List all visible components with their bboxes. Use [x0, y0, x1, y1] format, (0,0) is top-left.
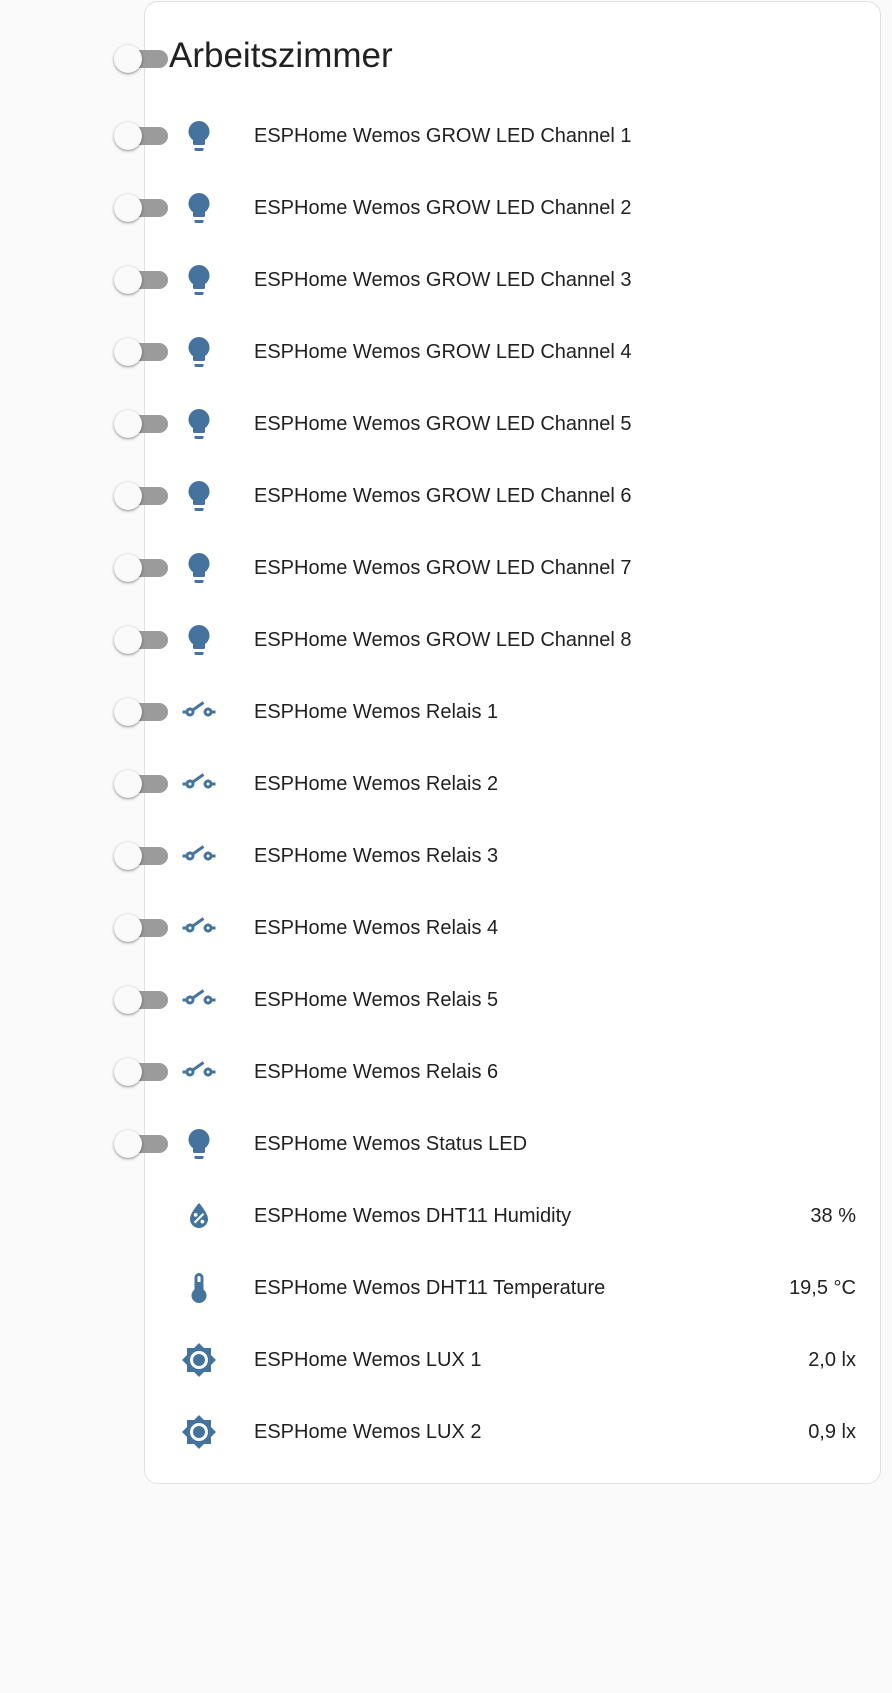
electric-switch-icon[interactable]	[181, 982, 217, 1018]
brightness-icon[interactable]	[181, 1342, 217, 1378]
entity-toggle[interactable]	[114, 1058, 172, 1086]
card-header: Arbeitszimmer	[114, 2, 880, 112]
entity-state[interactable]: 0,9 lx	[808, 1418, 856, 1446]
entity-row[interactable]: ESPHome Wemos Status LED	[114, 1108, 880, 1180]
entity-toggle[interactable]	[114, 266, 172, 294]
entity-toggle[interactable]	[114, 986, 172, 1014]
lightbulb-icon[interactable]	[181, 478, 217, 514]
entity-toggle[interactable]	[114, 554, 172, 582]
entity-name[interactable]: ESPHome Wemos Relais 5	[254, 986, 498, 1014]
entity-toggle[interactable]	[114, 122, 172, 150]
entity-row[interactable]: ESPHome Wemos GROW LED Channel 6	[114, 460, 880, 532]
entities-card: Arbeitszimmer ESPHome Wemos GROW LED Cha…	[114, 1, 881, 1484]
toggle-thumb	[114, 122, 142, 150]
entity-toggle[interactable]	[114, 914, 172, 942]
toggle-thumb	[114, 986, 142, 1014]
entity-name[interactable]: ESPHome Wemos Relais 4	[254, 914, 498, 942]
toggle-thumb	[114, 626, 142, 654]
lightbulb-icon[interactable]	[181, 622, 217, 658]
toggle-thumb	[114, 482, 142, 510]
toggle-thumb	[114, 194, 142, 222]
entity-toggle[interactable]	[114, 770, 172, 798]
toggle-thumb	[114, 1058, 142, 1086]
entity-row[interactable]: ESPHome Wemos GROW LED Channel 1	[114, 100, 880, 172]
entity-name[interactable]: ESPHome Wemos GROW LED Channel 4	[254, 338, 632, 366]
entity-row[interactable]: ESPHome Wemos Relais 5	[114, 964, 880, 1036]
entity-list: ESPHome Wemos GROW LED Channel 1 ESPHome …	[114, 100, 880, 1468]
entity-row[interactable]: ESPHome Wemos GROW LED Channel 5	[114, 388, 880, 460]
lightbulb-icon[interactable]	[181, 1126, 217, 1162]
entity-name[interactable]: ESPHome Wemos GROW LED Channel 1	[254, 122, 632, 150]
lightbulb-icon[interactable]	[181, 262, 217, 298]
entity-name[interactable]: ESPHome Wemos Status LED	[254, 1130, 527, 1158]
entity-state[interactable]: 19,5 °C	[789, 1274, 856, 1302]
entity-toggle[interactable]	[114, 194, 172, 222]
entity-toggle[interactable]	[114, 482, 172, 510]
entity-state[interactable]: 38 %	[810, 1202, 856, 1230]
entity-toggle[interactable]	[114, 842, 172, 870]
entity-name[interactable]: ESPHome Wemos GROW LED Channel 5	[254, 410, 632, 438]
lightbulb-icon[interactable]	[181, 406, 217, 442]
electric-switch-icon[interactable]	[181, 1054, 217, 1090]
entity-row[interactable]: ESPHome Wemos GROW LED Channel 7	[114, 532, 880, 604]
entity-name[interactable]: ESPHome Wemos GROW LED Channel 3	[254, 266, 632, 294]
lightbulb-icon[interactable]	[181, 190, 217, 226]
entity-name[interactable]: ESPHome Wemos DHT11 Humidity	[254, 1202, 571, 1230]
entity-row[interactable]: ESPHome Wemos GROW LED Channel 8	[114, 604, 880, 676]
entity-name[interactable]: ESPHome Wemos DHT11 Temperature	[254, 1274, 605, 1302]
entity-state[interactable]: 2,0 lx	[808, 1346, 856, 1374]
toggle-thumb	[114, 266, 142, 294]
entity-row[interactable]: ESPHome Wemos Relais 3	[114, 820, 880, 892]
electric-switch-icon[interactable]	[181, 910, 217, 946]
entity-row[interactable]: ESPHome Wemos DHT11 Temperature 19,5 °C	[145, 1252, 880, 1324]
entity-name[interactable]: ESPHome Wemos Relais 2	[254, 770, 498, 798]
entity-row[interactable]: ESPHome Wemos LUX 2 0,9 lx	[145, 1396, 880, 1468]
lightbulb-icon[interactable]	[181, 118, 217, 154]
entity-row[interactable]: ESPHome Wemos Relais 1	[114, 676, 880, 748]
brightness-icon[interactable]	[181, 1414, 217, 1450]
toggle-thumb	[114, 770, 142, 798]
entity-row[interactable]: ESPHome Wemos LUX 1 2,0 lx	[145, 1324, 880, 1396]
toggle-thumb	[114, 45, 142, 73]
entity-row[interactable]: ESPHome Wemos GROW LED Channel 3	[114, 244, 880, 316]
entity-toggle[interactable]	[114, 1130, 172, 1158]
card-title: Arbeitszimmer	[169, 36, 393, 75]
toggle-thumb	[114, 338, 142, 366]
entity-name[interactable]: ESPHome Wemos GROW LED Channel 2	[254, 194, 632, 222]
entity-name[interactable]: ESPHome Wemos Relais 1	[254, 698, 498, 726]
entity-toggle[interactable]	[114, 338, 172, 366]
entity-toggle[interactable]	[114, 626, 172, 654]
toggle-thumb	[114, 410, 142, 438]
entity-name[interactable]: ESPHome Wemos LUX 1	[254, 1346, 482, 1374]
entity-name[interactable]: ESPHome Wemos GROW LED Channel 7	[254, 554, 632, 582]
entity-row[interactable]: ESPHome Wemos Relais 6	[114, 1036, 880, 1108]
entity-name[interactable]: ESPHome Wemos Relais 3	[254, 842, 498, 870]
toggle-thumb	[114, 698, 142, 726]
toggle-thumb	[114, 554, 142, 582]
water-percent-icon[interactable]	[181, 1198, 217, 1234]
entity-row[interactable]: ESPHome Wemos Relais 4	[114, 892, 880, 964]
card-header-toggle[interactable]	[114, 45, 172, 73]
toggle-thumb	[114, 1130, 142, 1158]
lightbulb-icon[interactable]	[181, 334, 217, 370]
entity-name[interactable]: ESPHome Wemos GROW LED Channel 6	[254, 482, 632, 510]
entity-toggle[interactable]	[114, 698, 172, 726]
entity-row[interactable]: ESPHome Wemos DHT11 Humidity 38 %	[145, 1180, 880, 1252]
electric-switch-icon[interactable]	[181, 766, 217, 802]
entity-toggle[interactable]	[114, 410, 172, 438]
entity-name[interactable]: ESPHome Wemos Relais 6	[254, 1058, 498, 1086]
entity-row[interactable]: ESPHome Wemos GROW LED Channel 4	[114, 316, 880, 388]
entity-name[interactable]: ESPHome Wemos GROW LED Channel 8	[254, 626, 632, 654]
entity-row[interactable]: ESPHome Wemos Relais 2	[114, 748, 880, 820]
toggle-thumb	[114, 842, 142, 870]
entity-row[interactable]: ESPHome Wemos GROW LED Channel 2	[114, 172, 880, 244]
electric-switch-icon[interactable]	[181, 694, 217, 730]
lightbulb-icon[interactable]	[181, 550, 217, 586]
electric-switch-icon[interactable]	[181, 838, 217, 874]
toggle-thumb	[114, 914, 142, 942]
entity-name[interactable]: ESPHome Wemos LUX 2	[254, 1418, 482, 1446]
thermometer-icon[interactable]	[181, 1270, 217, 1306]
